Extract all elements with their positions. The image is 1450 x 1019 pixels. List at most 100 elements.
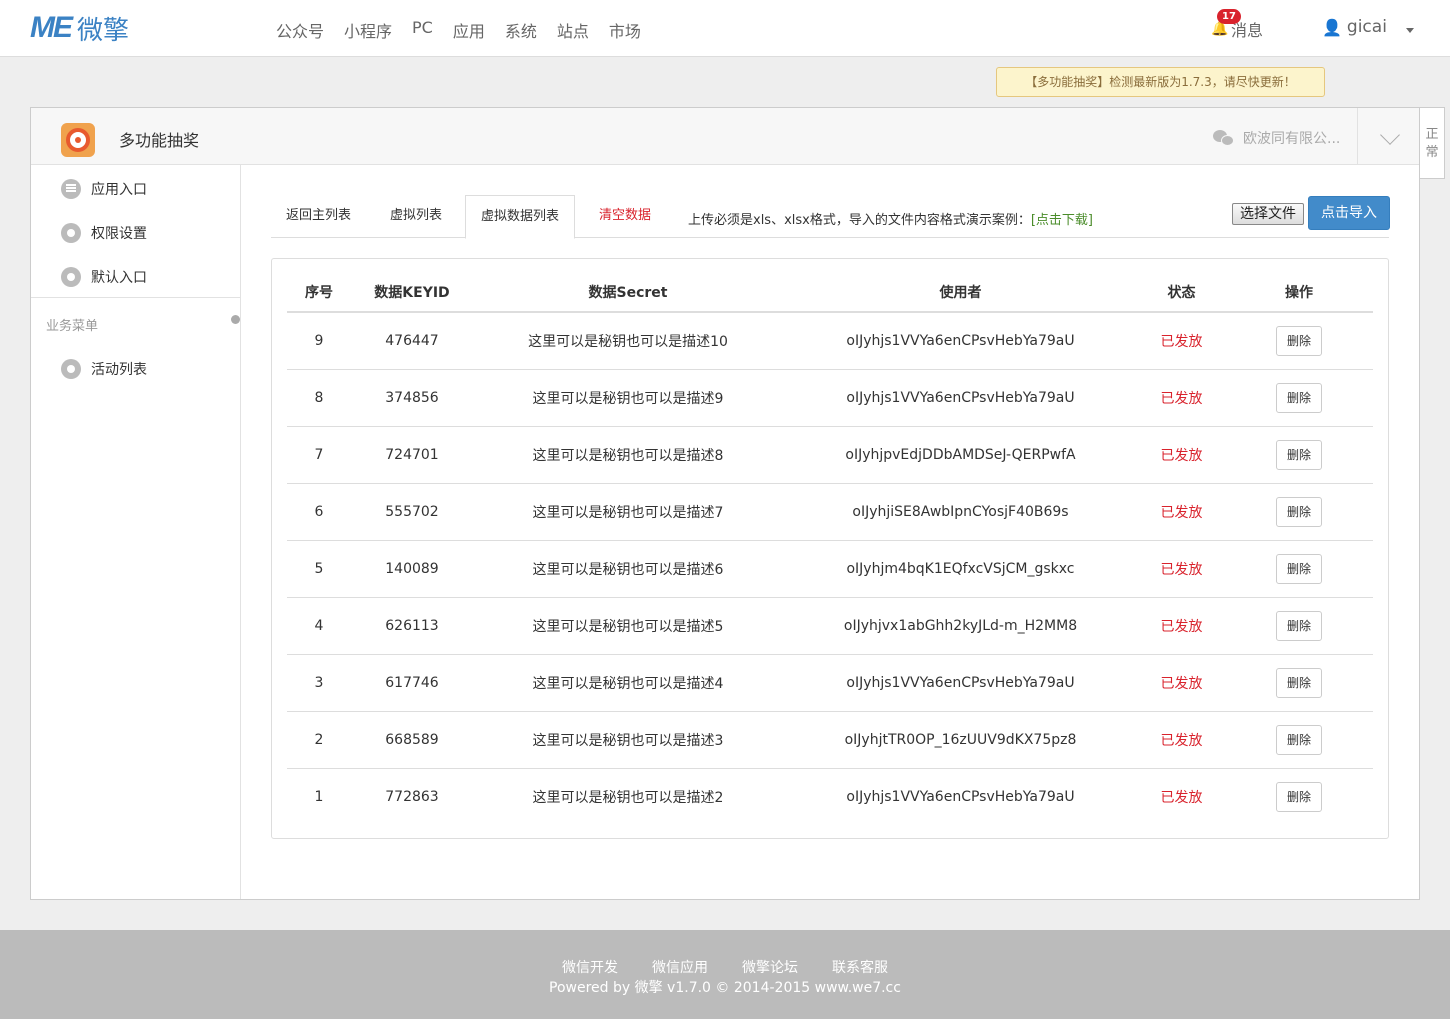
user-menu[interactable]: 👤 gicai [1322,17,1387,37]
cell-user: oIJyhjs1VVYa6enCPsvHebYa79aU [783,654,1138,712]
column-header: 使用者 [783,272,1138,313]
caret-down-icon[interactable] [1406,28,1414,33]
nav-item-system[interactable]: 系统 [505,18,537,42]
table-row: 9 476447 这里可以是秘钥也可以是描述10 oIJyhjs1VVYa6enCPs… [287,312,1373,370]
logo-mark: ME [30,11,73,44]
cell-id: 6 [287,483,351,541]
cell-secret: 这里可以是秘钥也可以是描述7 [473,483,783,541]
footer-links: 微信开发 微信应用 微擎论坛 联系客服 [0,957,1450,977]
cell-secret: 这里可以是秘钥也可以是描述6 [473,540,783,598]
table-row: 3 617746 这里可以是秘钥也可以是描述4 oIJyhjs1VVYa6enCPsv… [287,654,1373,712]
table-row: 2 668589 这里可以是秘钥也可以是描述3 oIJyhjtTR0OP_16zUUV… [287,711,1373,769]
cell-status: 已发放 [1138,711,1225,769]
header-divider [1357,108,1358,165]
upload-note: 上传必须是xls、xlsx格式，导入的文件内容格式演示案例：[点击下载] [688,209,1093,228]
account-switcher[interactable]: 欧波同有限公... [1213,128,1340,148]
status-side-tab[interactable]: 正常 [1420,107,1445,179]
cell-status: 已发放 [1160,789,1203,806]
main-panel: 多功能抽奖 欧波同有限公... 应用入口 权限设置 默认入口 业务菜单 活动列表… [30,107,1420,900]
cell-keyid: 724701 [351,426,473,484]
footer-link-support[interactable]: 联系客服 [832,957,888,977]
cell-action: 删除 [1225,426,1373,484]
cell-status: 已发放 [1138,483,1225,541]
chevron-down-icon[interactable] [1380,125,1400,145]
nav-item-pc[interactable]: PC [412,18,433,42]
cell-id: 7 [287,426,351,484]
cell-secret: 这里可以是秘钥也可以是描述2 [532,789,724,806]
cell-action: 删除 [1225,768,1373,825]
tab-back-to-list[interactable]: 返回主列表 [271,195,366,238]
data-table: 序号 数据KEYID 数据Secret 使用者 状态 操作 9 476447 这里可… [287,272,1373,825]
footer-link-wechat-apps[interactable]: 微信应用 [652,957,708,977]
delete-button[interactable]: 删除 [1276,439,1322,470]
column-header: 状态 [1138,272,1225,313]
cell-id: 1 [314,788,324,805]
cell-action: 删除 [1225,540,1373,598]
cell-secret: 这里可以是秘钥也可以是描述9 [473,369,783,427]
tab-clear-data[interactable]: 清空数据 [584,195,666,238]
sidebar-item-app-entry[interactable]: 应用入口 [61,179,147,199]
cell-keyid: 617746 [351,654,473,712]
sidebar-item-label: 默认入口 [91,270,147,286]
sidebar-item-label: 应用入口 [91,182,147,198]
cell-secret: 这里可以是秘钥也可以是描述8 [473,426,783,484]
username: gicai [1346,17,1387,37]
tab-virtual-list[interactable]: 虚拟列表 [375,195,457,238]
column-header: 操作 [1225,272,1373,313]
brand-logo[interactable]: ME 微擎 [30,11,129,46]
sidebar-item-label: 权限设置 [91,226,147,242]
data-table-container: 序号 数据KEYID 数据Secret 使用者 状态 操作 9 476447 这里可… [271,258,1389,839]
wechat-icon [1213,130,1235,146]
delete-button[interactable]: 删除 [1276,496,1322,527]
app-title: 多功能抽奖 [119,131,200,150]
delete-button[interactable]: 删除 [1276,553,1322,584]
messages-link[interactable]: 🔔 17 消息 [1211,9,1263,41]
table-row: 5 140089 这里可以是秘钥也可以是描述6 oIJyhjm4bqK1EQfxcVS… [287,540,1373,598]
delete-button[interactable]: 删除 [1276,781,1322,812]
cell-user: oIJyhjtTR0OP_16zUUV9dKX75pz8 [783,711,1138,769]
nav-item-gongzhonghao[interactable]: 公众号 [276,18,324,42]
cell-secret: 这里可以是秘钥也可以是描述4 [473,654,783,712]
column-header: 数据Secret [473,272,783,313]
cell-status: 已发放 [1138,312,1225,370]
update-notice: 【多功能抽奖】检测最新版为1.7.3，请尽快更新！ [996,67,1325,97]
cell-id: 3 [287,654,351,712]
nav-item-miniprogram[interactable]: 小程序 [344,18,392,42]
sidebar-item-default-entry[interactable]: 默认入口 [61,267,147,287]
delete-button[interactable]: 删除 [1276,325,1322,356]
cell-id: 9 [287,312,351,370]
tab-virtual-data-list[interactable]: 虚拟数据列表 [465,195,576,239]
table-header-row: 序号 数据KEYID 数据Secret 使用者 状态 操作 [287,272,1373,313]
panel-header: 多功能抽奖 欧波同有限公... [31,108,1419,165]
nav-item-apps[interactable]: 应用 [453,18,485,42]
sidebar-item-permissions[interactable]: 权限设置 [61,223,147,243]
cell-status: 已发放 [1138,369,1225,427]
sidebar-divider [31,297,240,298]
footer-link-wechat-dev[interactable]: 微信开发 [562,957,618,977]
cell-keyid: 374856 [351,369,473,427]
chat-icon [61,179,81,199]
nav-item-site[interactable]: 站点 [557,18,589,42]
delete-button[interactable]: 删除 [1276,382,1322,413]
download-sample-link[interactable]: [点击下载] [1031,213,1093,228]
sidebar-item-activity-list[interactable]: 活动列表 [61,359,147,379]
footer-powered-by: Powered by 微擎 v1.7.0 © 2014-2015 www.we7… [549,980,901,996]
delete-button[interactable]: 删除 [1276,610,1322,641]
cell-user: oIJyhjiSE8AwbIpnCYosjF40B69s [783,483,1138,541]
cell-id: 4 [287,597,351,655]
cell-action: 删除 [1225,711,1373,769]
sidebar: 应用入口 权限设置 默认入口 业务菜单 活动列表 [31,165,241,899]
gear-icon [61,223,81,243]
cell-user: oIJyhjpvEdjDDbAMDSeJ-QERPwfA [783,426,1138,484]
choose-file-button[interactable]: 选择文件 [1232,203,1304,225]
delete-button[interactable]: 删除 [1276,667,1322,698]
footer-link-forum[interactable]: 微擎论坛 [742,957,798,977]
delete-button[interactable]: 删除 [1276,724,1322,755]
column-header: 序号 [287,272,351,313]
gear-icon[interactable] [231,315,240,324]
import-button[interactable]: 点击导入 [1308,196,1390,230]
table-row: 1 772863 这里可以是秘钥也可以是描述2 oIJyhjs1VVYa6enCPsv… [287,768,1373,825]
cell-secret: 这里可以是秘钥也可以是描述10 [473,312,783,370]
nav-item-market[interactable]: 市场 [609,18,641,42]
cell-action: 删除 [1225,597,1373,655]
